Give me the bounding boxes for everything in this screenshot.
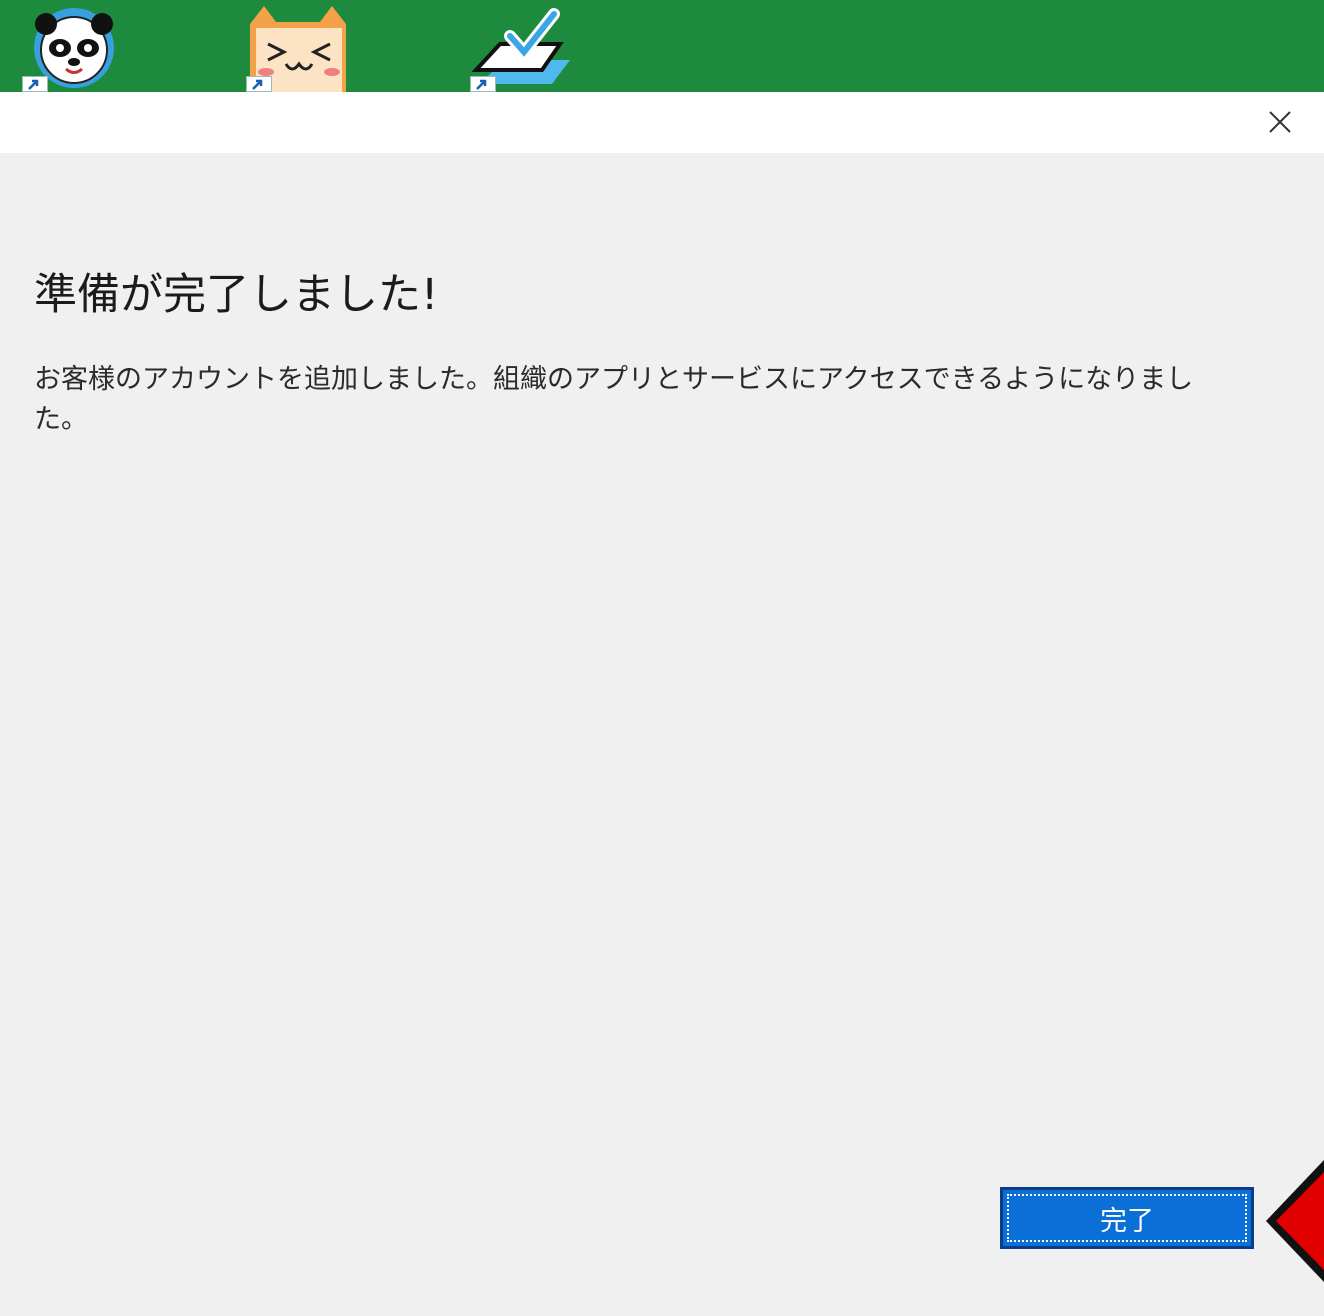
panda-app-icon[interactable] — [22, 6, 128, 92]
done-button[interactable]: 完了 — [1000, 1187, 1254, 1249]
checkmark-app-icon[interactable] — [470, 6, 576, 92]
shortcut-arrow-icon — [246, 76, 272, 92]
shortcut-arrow-icon — [470, 76, 496, 92]
close-button[interactable] — [1252, 100, 1308, 144]
red-arrow-annotation-icon — [1262, 1160, 1324, 1282]
account-setup-dialog: 準備が完了しました! お客様のアカウントを追加しました。組織のアプリとサービスに… — [0, 92, 1324, 1316]
page-title: 準備が完了しました! — [34, 270, 439, 320]
desktop-background — [0, 0, 1324, 92]
dialog-title-bar — [0, 92, 1324, 153]
close-icon — [1269, 111, 1291, 133]
cat-app-icon[interactable] — [246, 6, 352, 92]
done-button-label: 完了 — [1100, 1205, 1154, 1236]
shortcut-arrow-icon — [22, 76, 48, 92]
confirmation-message: お客様のアカウントを追加しました。組織のアプリとサービスにアクセスできるようにな… — [34, 364, 1194, 435]
